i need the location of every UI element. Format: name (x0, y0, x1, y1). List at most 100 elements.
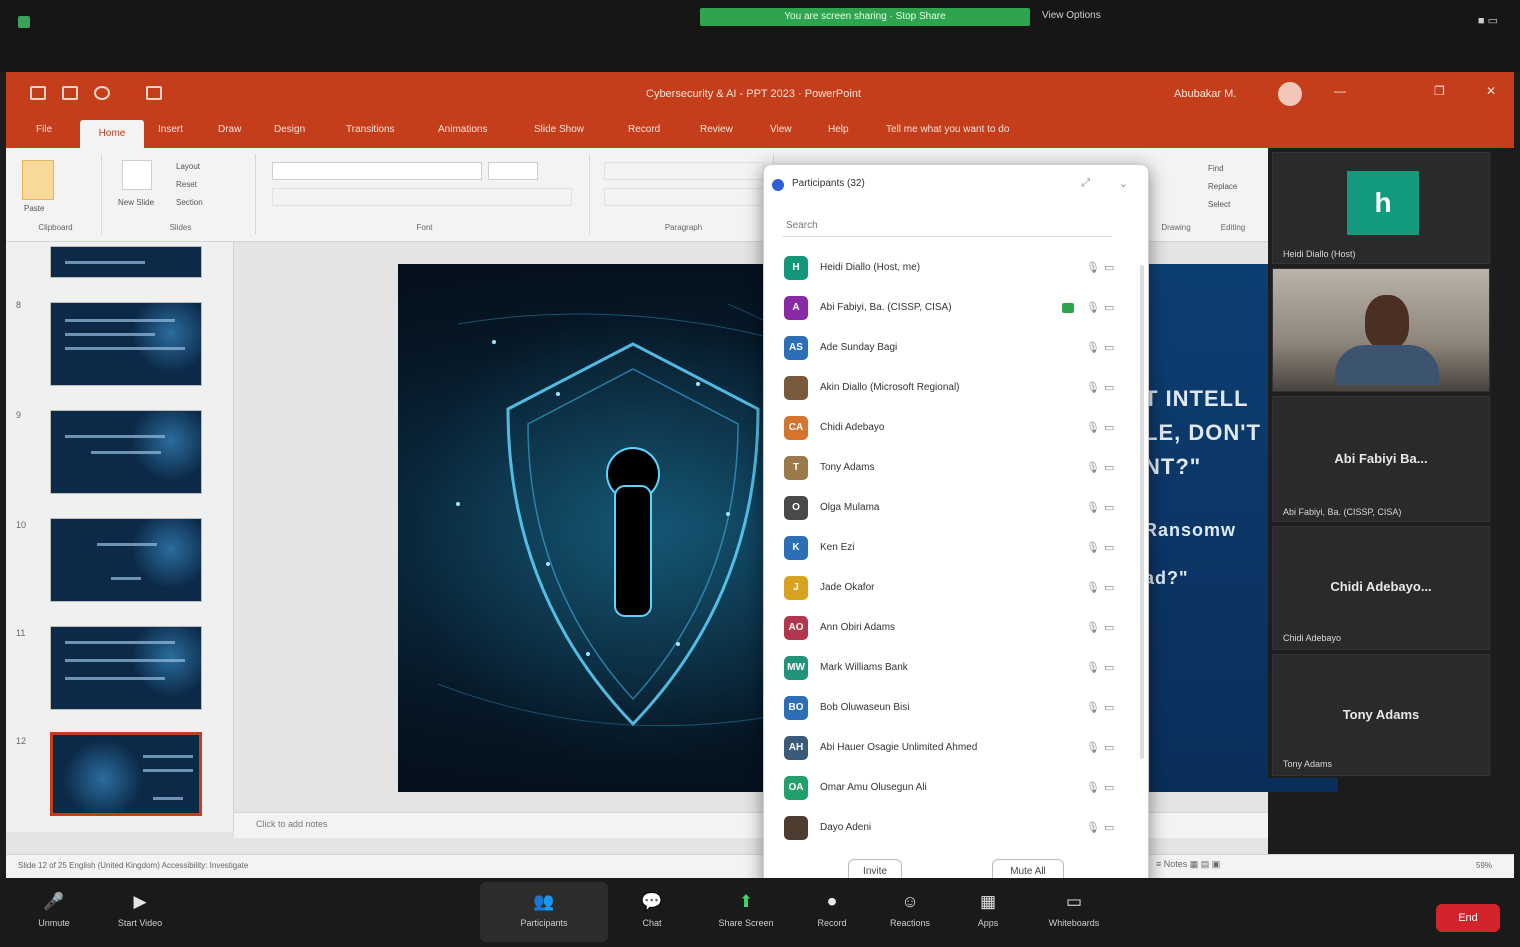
unmute-button[interactable]: 🎤 Unmute (22, 892, 86, 928)
tab-design[interactable]: Design (274, 124, 305, 135)
participant-row[interactable]: Dayo Adeni 🎙 ▭ (764, 809, 1148, 847)
video-tile[interactable]: Chidi Adebayo... Chidi Adebayo (1272, 526, 1490, 650)
participant-row[interactable]: CA Chidi Adebayo 🎙 ▭ (764, 409, 1148, 447)
participant-row[interactable]: A Abi Fabiyi, Ba. (CISSP, CISA) 🎙 ▭ (764, 289, 1148, 327)
reset-button[interactable]: Reset (176, 180, 197, 189)
tab-file[interactable]: File (36, 124, 52, 135)
tab-draw[interactable]: Draw (218, 124, 241, 135)
video-off-icon[interactable]: ▭ (1104, 821, 1114, 834)
mic-muted-icon[interactable]: 🎙 (1086, 301, 1100, 314)
participants-panel[interactable]: Participants (32) ⤢ ⌄ H Heidi Diallo (Hos… (763, 164, 1149, 892)
video-off-icon[interactable]: ▭ (1104, 781, 1114, 794)
slide-thumbnail[interactable] (50, 246, 202, 278)
participant-search-input[interactable] (782, 215, 1112, 237)
video-off-icon[interactable]: ▭ (1104, 461, 1114, 474)
video-off-icon[interactable]: ▭ (1104, 741, 1114, 754)
new-slide-button[interactable]: New Slide (118, 198, 154, 207)
reactions-button[interactable]: ☺ Reactions (878, 892, 942, 928)
participants-scrollbar[interactable] (1140, 265, 1144, 759)
screen-share-banner[interactable]: You are screen sharing · Stop Share (700, 8, 1030, 26)
close-icon[interactable]: ✕ (1486, 84, 1496, 98)
chat-button[interactable]: 💬 Chat (620, 892, 684, 928)
slide-thumbnail[interactable] (50, 626, 202, 710)
zoom-shield-icon[interactable] (18, 16, 30, 28)
font-format-buttons[interactable] (272, 188, 572, 206)
participant-row[interactable]: OA Omar Amu Olusegun Ali 🎙 ▭ (764, 769, 1148, 807)
apps-button[interactable]: ▦ Apps (956, 892, 1020, 928)
participant-row[interactable]: AS Ade Sunday Bagi 🎙 ▭ (764, 329, 1148, 367)
find-button[interactable]: Find (1208, 164, 1224, 173)
whiteboards-button[interactable]: ▭ Whiteboards (1042, 892, 1106, 928)
slide-thumbnail[interactable] (50, 410, 202, 494)
view-options-menu[interactable]: View Options (1042, 10, 1101, 21)
layout-button[interactable]: Layout (176, 162, 200, 171)
mic-muted-icon[interactable]: 🎙 (1086, 781, 1100, 794)
slide-thumbnails-pane[interactable]: 8 9 10 11 12 (6, 242, 234, 832)
account-name[interactable]: Abubakar M. (1174, 88, 1236, 100)
mic-muted-icon[interactable]: 🎙 (1086, 341, 1100, 354)
autosave-icon[interactable] (30, 86, 46, 100)
participant-row[interactable]: Akin Diallo (Microsoft Regional) 🎙 ▭ (764, 369, 1148, 407)
participant-row[interactable]: AH Abi Hauer Osagie Unlimited Ahmed 🎙 ▭ (764, 729, 1148, 767)
video-tile-camera[interactable] (1272, 268, 1490, 392)
list-buttons[interactable] (604, 162, 764, 180)
tab-transitions[interactable]: Transitions (346, 124, 395, 135)
mic-muted-icon[interactable]: 🎙 (1086, 261, 1100, 274)
slide-thumbnail[interactable] (50, 302, 202, 386)
video-off-icon[interactable]: ▭ (1104, 341, 1114, 354)
participant-row[interactable]: H Heidi Diallo (Host, me) 🎙 ▭ (764, 249, 1148, 287)
mic-muted-icon[interactable]: 🎙 (1086, 501, 1100, 514)
undo-icon[interactable] (94, 86, 110, 100)
video-off-icon[interactable]: ▭ (1104, 661, 1114, 674)
video-off-icon[interactable]: ▭ (1104, 501, 1114, 514)
video-off-icon[interactable]: ▭ (1104, 261, 1114, 274)
mic-muted-icon[interactable]: 🎙 (1086, 621, 1100, 634)
video-off-icon[interactable]: ▭ (1104, 381, 1114, 394)
popout-icon[interactable]: ⤢ (1081, 177, 1090, 190)
zoom-level[interactable]: 59% (1476, 861, 1492, 870)
video-off-icon[interactable]: ▭ (1104, 301, 1114, 314)
video-off-icon[interactable]: ▭ (1104, 581, 1114, 594)
tab-review[interactable]: Review (700, 124, 733, 135)
customize-toolbar-icon[interactable] (146, 86, 162, 100)
section-button[interactable]: Section (176, 198, 203, 207)
video-off-icon[interactable]: ▭ (1104, 421, 1114, 434)
mic-muted-icon[interactable]: 🎙 (1086, 581, 1100, 594)
restore-icon[interactable]: ❐ (1434, 84, 1445, 98)
paste-button[interactable]: Paste (24, 204, 44, 213)
tab-home[interactable]: Home (80, 120, 144, 148)
font-name-dropdown[interactable] (272, 162, 482, 180)
select-button[interactable]: Select (1208, 200, 1230, 209)
tell-me-search[interactable]: Tell me what you want to do (886, 124, 1009, 135)
tab-insert[interactable]: Insert (158, 124, 183, 135)
mic-muted-icon[interactable]: 🎙 (1086, 461, 1100, 474)
tab-slide-show[interactable]: Slide Show (534, 124, 584, 135)
video-off-icon[interactable]: ▭ (1104, 621, 1114, 634)
participant-row[interactable]: O Olga Mulama 🎙 ▭ (764, 489, 1148, 527)
tab-record[interactable]: Record (628, 124, 660, 135)
font-size-dropdown[interactable] (488, 162, 538, 180)
tab-view[interactable]: View (770, 124, 792, 135)
record-button[interactable]: ⏺ Record (800, 892, 864, 928)
mic-muted-icon[interactable]: 🎙 (1086, 741, 1100, 754)
mic-muted-icon[interactable]: 🎙 (1086, 541, 1100, 554)
new-slide-icon[interactable] (122, 160, 152, 190)
share-screen-button[interactable]: ⬆ Share Screen (714, 892, 778, 928)
mic-muted-icon[interactable]: 🎙 (1086, 701, 1100, 714)
align-buttons[interactable] (604, 188, 764, 206)
paste-icon[interactable] (22, 160, 54, 200)
participant-row[interactable]: T Tony Adams 🎙 ▭ (764, 449, 1148, 487)
video-tile[interactable]: Abi Fabiyi Ba... Abi Fabiyi, Ba. (CISSP,… (1272, 396, 1490, 522)
participant-row[interactable]: AO Ann Obiri Adams 🎙 ▭ (764, 609, 1148, 647)
account-avatar[interactable] (1278, 82, 1302, 106)
window-controls[interactable]: ■ ▭ (1478, 14, 1498, 27)
start-video-button[interactable]: ▶ Start Video (108, 892, 172, 928)
video-tile[interactable]: h Heidi Diallo (Host) (1272, 152, 1490, 264)
end-meeting-button[interactable]: End (1436, 904, 1500, 932)
mic-muted-icon[interactable]: 🎙 (1086, 821, 1100, 834)
slide-thumbnail-selected[interactable] (50, 732, 202, 816)
replace-button[interactable]: Replace (1208, 182, 1237, 191)
slide-thumbnail[interactable] (50, 518, 202, 602)
participants-button[interactable]: 👥 Participants (512, 892, 576, 928)
collapse-icon[interactable]: ⌄ (1119, 177, 1128, 190)
